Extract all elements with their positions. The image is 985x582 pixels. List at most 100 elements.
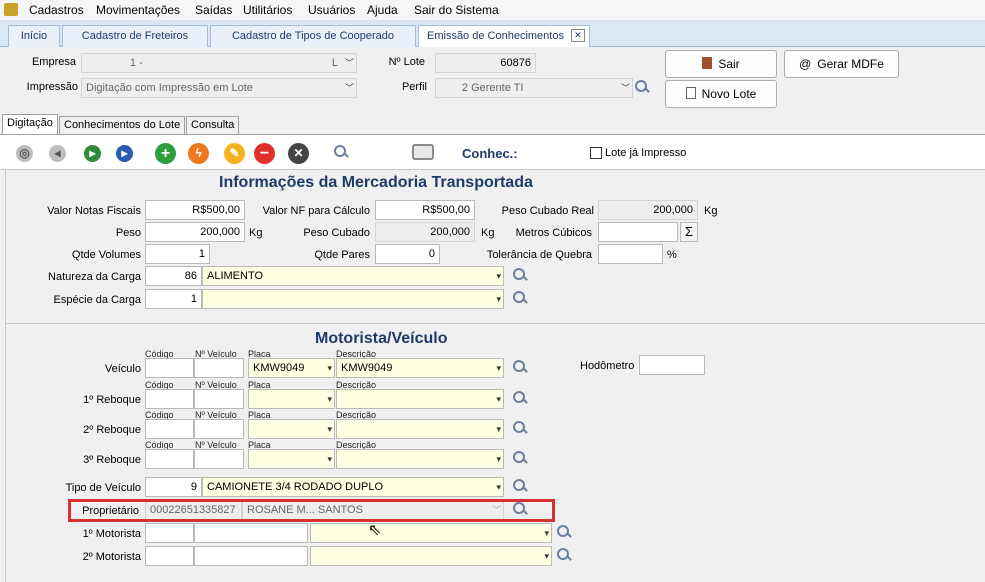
next-record-icon[interactable]: ▸ [84,145,101,162]
natureza-select[interactable]: ALIMENTO ▾ [202,266,504,286]
lote-label: Nº Lote [388,56,425,68]
menu-usuarios[interactable]: Usuários [308,3,355,17]
search-icon[interactable] [512,450,528,466]
chevron-down-icon[interactable]: ▾ [496,359,501,377]
metros-field[interactable] [598,222,678,242]
novo-lote-button[interactable]: Novo Lote [665,80,777,108]
motorista1-select[interactable]: ▾ [310,523,552,543]
reboque3-codigo[interactable] [145,449,194,469]
edit-icon[interactable]: ✎ [224,143,245,164]
tol-field[interactable] [598,244,663,264]
veiculo-desc-select[interactable]: KMW9049 ▾ [336,358,504,378]
reboque2-placa-select[interactable]: ▾ [248,419,335,439]
reboque1-nveiculo[interactable] [194,389,244,409]
chevron-down-icon[interactable]: ▾ [496,478,501,496]
search-icon[interactable] [512,290,528,306]
qtde-pares-field[interactable]: 0 [375,244,440,264]
impressao-select[interactable]: Digitação com Impressão em Lote ﹀ [81,78,357,98]
veiculo-codigo[interactable] [145,358,194,378]
close-icon[interactable]: ✕ [571,29,585,42]
section-divider [6,323,985,324]
last-record-icon[interactable]: ▸ [116,145,133,162]
subtab-conhecimentos[interactable]: Conhecimentos do Lote [59,116,186,134]
search-icon[interactable] [512,390,528,406]
reboque3-desc-select[interactable]: ▾ [336,449,504,469]
reboque3-nveiculo[interactable] [194,449,244,469]
motorista1-code[interactable] [145,523,194,543]
printer-icon[interactable] [412,144,434,160]
tipo-veiculo-select[interactable]: CAMIONETE 3/4 RODADO DUPLO ▾ [202,477,504,497]
search-icon[interactable] [556,547,572,563]
chevron-down-icon[interactable]: ▾ [327,420,332,438]
lightning-icon[interactable]: ϟ [188,143,209,164]
reboque1-placa-select[interactable]: ▾ [248,389,335,409]
veiculo-placa-select[interactable]: KMW9049 ▾ [248,358,335,378]
search-icon[interactable] [333,144,353,164]
perfil-label: Perfil [401,81,427,93]
especie-code-field[interactable]: 1 [145,289,202,309]
chevron-down-icon[interactable]: ▾ [496,267,501,285]
chevron-down-icon[interactable]: ▾ [544,547,549,565]
tab-inicio[interactable]: Início [8,25,60,47]
chevron-down-icon[interactable]: ﹀ [345,79,354,97]
hodometro-field[interactable] [639,355,705,375]
motorista2-select[interactable]: ▾ [310,546,552,566]
veiculo-nveiculo[interactable] [194,358,244,378]
menu-cadastros[interactable]: Cadastros [29,3,84,17]
lote-impresso-checkbox[interactable] [590,147,602,159]
search-icon[interactable] [512,478,528,494]
chevron-down-icon[interactable]: ▾ [496,390,501,408]
previous-record-icon[interactable]: ◂ [49,145,66,162]
sair-button[interactable]: Sair [665,50,777,78]
tab-emissao[interactable]: Emissão de Conhecimentos ✕ [418,25,590,48]
reboque2-desc-select[interactable]: ▾ [336,419,504,439]
chevron-down-icon[interactable]: ▾ [496,420,501,438]
motorista2-code[interactable] [145,546,194,566]
tab-freteiros[interactable]: Cadastro de Freteiros [62,25,208,47]
reboque1-desc-select[interactable]: ▾ [336,389,504,409]
menu-utilitarios[interactable]: Utilitários [243,3,292,17]
qtde-vol-field[interactable]: 1 [145,244,210,264]
chevron-down-icon[interactable]: ▾ [496,290,501,308]
menu-movimentacoes[interactable]: Movimentações [96,3,180,17]
menu-saidas[interactable]: Saídas [195,3,232,17]
menu-sair[interactable]: Sair do Sistema [414,3,499,17]
empresa-field[interactable]: 1 - L ﹀ [81,53,357,73]
add-icon[interactable]: + [155,143,176,164]
sigma-button[interactable]: Σ [680,222,698,242]
reboque2-codigo[interactable] [145,419,194,439]
tab-tipos-cooperado[interactable]: Cadastro de Tipos de Cooperado [210,25,416,47]
delete-icon[interactable]: − [254,143,275,164]
search-icon[interactable] [512,359,528,375]
search-icon[interactable] [512,267,528,283]
chevron-down-icon[interactable]: ▾ [496,450,501,468]
especie-select[interactable]: ▾ [202,289,504,309]
reboque2-nveiculo[interactable] [194,419,244,439]
subtab-digitacao[interactable]: Digitação [2,114,58,134]
cancel-icon[interactable]: ✕ [288,143,309,164]
chevron-down-icon[interactable]: ▾ [327,450,332,468]
search-icon[interactable] [556,524,572,540]
reboque3-placa-select[interactable]: ▾ [248,449,335,469]
menu-ajuda[interactable]: Ajuda [367,3,398,17]
motorista1-doc[interactable] [194,523,308,543]
veiculo-placa: KMW9049 [253,362,305,374]
valor-nf-field[interactable]: R$500,00 [145,200,245,220]
valor-calc-field[interactable]: R$500,00 [375,200,475,220]
search-icon[interactable] [512,420,528,436]
natureza-code-field[interactable]: 86 [145,266,202,286]
chevron-down-icon[interactable]: ▾ [327,359,332,377]
gerar-mdfe-button[interactable]: @ Gerar MDFe [784,50,899,78]
peso-field[interactable]: 200,000 [145,222,245,242]
perfil-select[interactable]: 2 Gerente TI ﹀ [435,78,633,98]
first-record-icon[interactable]: ◎ [16,145,33,162]
motorista2-doc[interactable] [194,546,308,566]
reboque1-codigo[interactable] [145,389,194,409]
chevron-down-icon[interactable]: ▾ [327,390,332,408]
chevron-down-icon[interactable]: ﹀ [621,79,630,97]
tipo-veiculo-code[interactable]: 9 [145,477,202,497]
chevron-down-icon[interactable]: ▾ [544,524,549,542]
chevron-down-icon[interactable]: ﹀ [345,54,354,72]
subtab-consulta[interactable]: Consulta [186,116,240,134]
search-icon[interactable] [634,79,650,95]
